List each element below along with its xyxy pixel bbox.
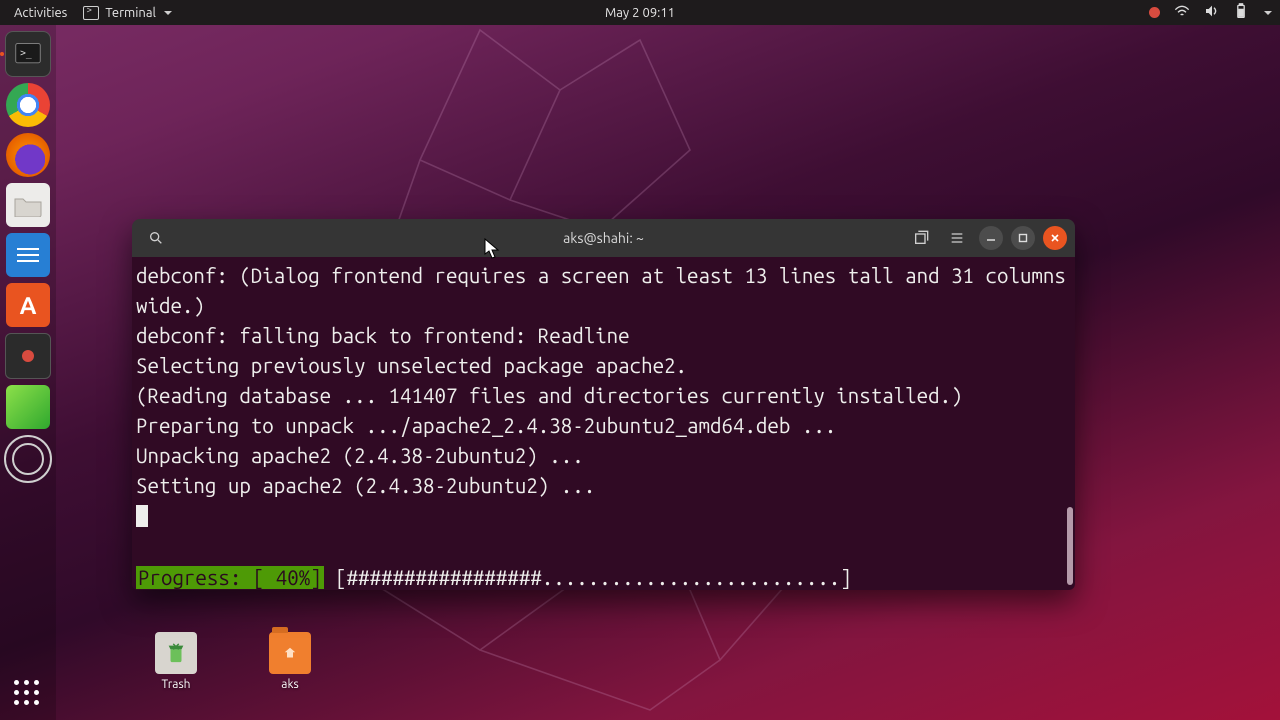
- trash-label: Trash: [161, 678, 190, 691]
- terminal-newtab-button[interactable]: [907, 224, 935, 252]
- clock-button[interactable]: May 2 09:11: [599, 0, 681, 25]
- wifi-icon[interactable]: [1174, 4, 1190, 21]
- desktop[interactable]: Activities Terminal May 2 09:11 >_ A: [0, 0, 1280, 720]
- window-close-button[interactable]: [1043, 226, 1067, 250]
- window-minimize-button[interactable]: [979, 226, 1003, 250]
- clock-text: May 2 09:11: [605, 6, 675, 20]
- maximize-icon: [1018, 233, 1028, 243]
- desktop-home-folder[interactable]: aks: [250, 632, 330, 691]
- top-bar: Activities Terminal May 2 09:11: [0, 0, 1280, 25]
- terminal-cursor: [136, 505, 148, 527]
- appmenu-button[interactable]: Terminal: [77, 0, 178, 25]
- dock-software[interactable]: A: [6, 283, 50, 327]
- minimize-icon: [986, 233, 996, 243]
- show-applications-button[interactable]: [12, 678, 42, 708]
- recording-indicator-icon[interactable]: [1149, 7, 1160, 18]
- dock-chrome[interactable]: [6, 83, 50, 127]
- activities-button[interactable]: Activities: [8, 0, 73, 25]
- battery-icon[interactable]: [1234, 3, 1248, 22]
- software-label: A: [20, 292, 37, 319]
- terminal-title: aks@shahi: ~: [563, 230, 644, 246]
- dock-writer[interactable]: [6, 233, 50, 277]
- terminal-progress-row: Progress: [ 40%] [#################.....…: [136, 564, 1067, 590]
- launcher-dock: >_ A: [0, 25, 56, 720]
- terminal-search-button[interactable]: [142, 224, 170, 252]
- window-maximize-button[interactable]: [1011, 226, 1035, 250]
- dock-green-app[interactable]: [6, 385, 50, 429]
- terminal-titlebar[interactable]: aks@shahi: ~: [132, 219, 1075, 257]
- terminal-window: aks@shahi: ~ debconf: (Dialog frontend r…: [132, 219, 1075, 590]
- system-tray: [1149, 3, 1272, 22]
- terminal-body[interactable]: debconf: (Dialog frontend requires a scr…: [132, 257, 1075, 590]
- dock-settings[interactable]: [4, 435, 52, 483]
- progress-bar: [#################......................…: [335, 566, 852, 589]
- dock-terminal[interactable]: >_: [5, 31, 51, 77]
- terminal-menu-button[interactable]: [943, 224, 971, 252]
- terminal-scrollbar[interactable]: [1067, 507, 1073, 585]
- menu-icon: [949, 230, 965, 246]
- terminal-output: debconf: (Dialog frontend requires a scr…: [136, 261, 1067, 501]
- newtab-icon: [913, 230, 929, 246]
- volume-icon[interactable]: [1204, 4, 1220, 21]
- search-icon: [148, 230, 164, 246]
- activities-label: Activities: [14, 6, 67, 20]
- dock-files[interactable]: [6, 183, 50, 227]
- dock-firefox[interactable]: [6, 133, 50, 177]
- system-menu-chevron-icon[interactable]: [1264, 11, 1272, 15]
- appmenu-label: Terminal: [105, 6, 156, 20]
- terminal-icon: [83, 6, 99, 20]
- desktop-trash[interactable]: Trash: [136, 632, 216, 691]
- close-icon: [1050, 233, 1060, 243]
- dock-recorder[interactable]: [5, 333, 51, 379]
- chevron-down-icon: [164, 11, 172, 15]
- home-folder-label: aks: [281, 678, 298, 691]
- svg-text:>_: >_: [20, 48, 32, 59]
- progress-label: Progress: [ 40%]: [136, 566, 324, 589]
